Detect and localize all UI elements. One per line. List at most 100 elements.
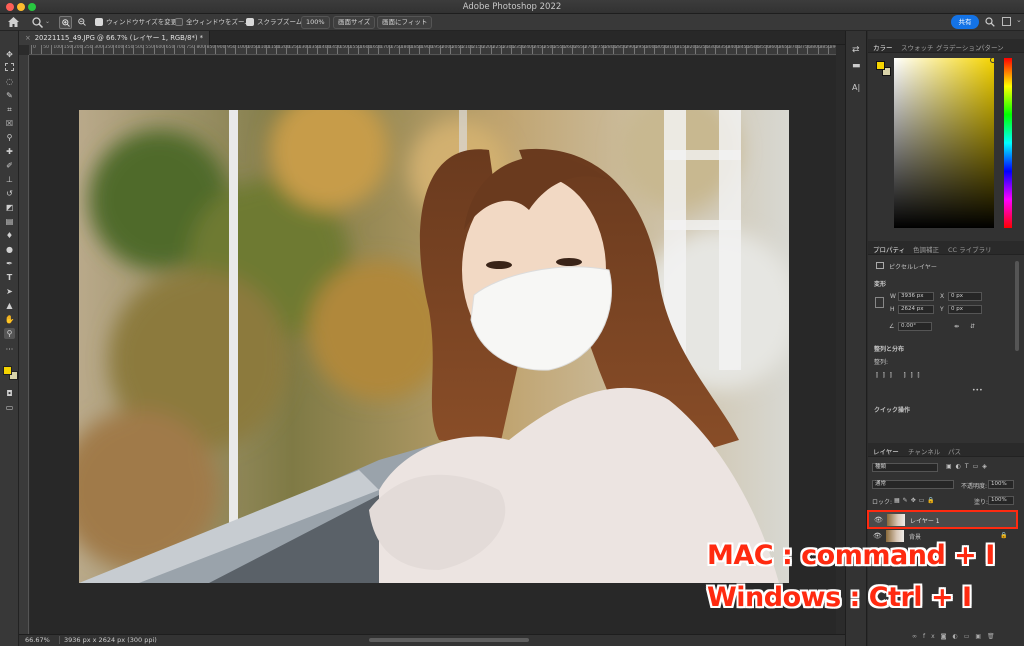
magnifier-icon[interactable] xyxy=(32,17,44,28)
align-section-title[interactable]: 整列と分布 xyxy=(874,344,904,353)
chevron-down-icon[interactable]: ⌄ xyxy=(45,18,50,25)
comments-icon[interactable]: ▬ xyxy=(852,61,861,71)
quick-actions-title[interactable]: クイック操作 xyxy=(874,405,910,414)
crop-tool-icon[interactable]: ⌗ xyxy=(4,104,15,115)
color-picker-field[interactable] xyxy=(894,58,994,228)
layers-panel-header: レイヤー チャンネル パス xyxy=(868,443,1024,457)
brush-tool-icon[interactable]: ✐ xyxy=(4,160,15,171)
clone-stamp-tool-icon[interactable]: ⊥ xyxy=(4,174,15,185)
eraser-tool-icon[interactable]: ◩ xyxy=(4,202,15,213)
search-icon[interactable] xyxy=(985,17,995,27)
document-tab-strip: × 20221115_49.JPG @ 66.7% (レイヤー 1, RGB/8*… xyxy=(19,31,845,45)
ruler-tick: 700 xyxy=(174,45,185,54)
tab-properties[interactable]: プロパティ xyxy=(873,244,905,254)
color-picker-cursor[interactable] xyxy=(990,57,996,63)
scrubby-zoom-label: スクラブズーム xyxy=(257,18,303,26)
tab-adjustments[interactable]: 色調補正 xyxy=(913,244,939,254)
tab-layers[interactable]: レイヤー xyxy=(873,446,899,456)
link-dimensions-icon[interactable] xyxy=(875,297,884,308)
tab-channels[interactable]: チャンネル xyxy=(908,446,940,456)
layer-name[interactable]: レイヤー 1 xyxy=(910,516,940,525)
opacity-field[interactable]: 100% xyxy=(988,480,1014,489)
tab-gradients[interactable]: グラデーション xyxy=(936,42,981,52)
width-field[interactable]: 3936 px xyxy=(898,292,934,301)
frame-tool-icon[interactable]: ☒ xyxy=(4,118,15,129)
ruler-tick: 250 xyxy=(82,45,93,54)
home-icon[interactable] xyxy=(8,17,19,27)
eyedropper-tool-icon[interactable]: ⚲ xyxy=(4,132,15,143)
tab-libraries[interactable]: CC ライブラリ xyxy=(948,244,992,254)
zoom-100-button[interactable]: 100% xyxy=(301,16,330,29)
blur-tool-icon[interactable]: ♦ xyxy=(4,230,15,241)
lasso-tool-icon[interactable]: ◌ xyxy=(4,76,15,87)
quick-selection-tool-icon[interactable]: ✎ xyxy=(4,90,15,101)
transform-section-title[interactable]: 変形 xyxy=(874,279,886,288)
share-button[interactable]: 共有 xyxy=(951,15,979,29)
dodge-tool-icon[interactable]: ● xyxy=(4,244,15,255)
document-info[interactable]: 3936 px x 2624 px (300 ppi) xyxy=(59,636,157,644)
hue-slider[interactable] xyxy=(1004,58,1012,228)
history-brush-tool-icon[interactable]: ↺ xyxy=(4,188,15,199)
history-icon[interactable]: ⇄ xyxy=(852,45,860,55)
quick-mask-icon[interactable]: ◘ xyxy=(4,388,15,399)
panel-foreground-swatch[interactable] xyxy=(876,61,885,70)
workspace-icon[interactable] xyxy=(1002,17,1011,26)
move-tool-icon[interactable]: ✥ xyxy=(4,49,15,60)
zoom-level[interactable]: 66.67% xyxy=(25,636,50,644)
ruler-tick: 650 xyxy=(163,45,174,54)
layer-row-selected[interactable]: 👁 レイヤー 1 xyxy=(867,510,1018,529)
fill-screen-button[interactable]: 画面サイズ xyxy=(333,16,376,29)
document-tab[interactable]: × 20221115_49.JPG @ 66.7% (レイヤー 1, RGB/8*… xyxy=(19,31,211,45)
visibility-eye-icon[interactable]: 👁 xyxy=(874,516,883,524)
screen-mode-icon[interactable]: ▭ xyxy=(4,402,15,413)
tab-paths[interactable]: パス xyxy=(948,446,961,456)
zoom-in-button[interactable] xyxy=(59,16,72,29)
horizontal-scrollbar[interactable] xyxy=(369,638,529,642)
pen-tool-icon[interactable]: ✒ xyxy=(4,258,15,269)
align-buttons[interactable]: ⫿⫿⫿ ⫿⫿⫿ xyxy=(876,372,924,380)
flip-vertical-icon[interactable]: ⇵ xyxy=(970,323,975,330)
path-selection-tool-icon[interactable]: ➤ xyxy=(4,286,15,297)
resize-windows-checkbox[interactable] xyxy=(95,18,103,26)
foreground-color-swatch[interactable] xyxy=(3,366,12,375)
visibility-eye-icon[interactable]: 👁 xyxy=(873,532,882,540)
marquee-tool-icon[interactable] xyxy=(5,63,14,71)
tab-swatches[interactable]: スウォッチ xyxy=(901,42,934,52)
more-options-icon[interactable]: ••• xyxy=(972,387,983,394)
chevron-down-icon[interactable]: ⌄ xyxy=(1016,16,1022,24)
zoom-tool-icon[interactable]: ⚲ xyxy=(4,328,15,339)
properties-scrollbar[interactable] xyxy=(1015,261,1019,351)
y-field[interactable]: 0 px xyxy=(948,305,982,314)
type-tool-icon[interactable]: T xyxy=(4,272,15,283)
angle-icon: ∠ xyxy=(889,323,895,330)
more-tools-icon[interactable]: ··· xyxy=(4,344,15,355)
hand-tool-icon[interactable]: ✋ xyxy=(4,314,15,325)
color-panel-header: カラー スウォッチ グラデーション パターン xyxy=(868,39,1024,53)
ruler-tick: 50 xyxy=(41,45,49,54)
fill-label: 塗り: xyxy=(974,499,989,506)
fill-field[interactable]: 100% xyxy=(988,496,1014,505)
gradient-tool-icon[interactable]: ▤ xyxy=(4,216,15,227)
filter-icons[interactable]: ▣◐T▭◈ xyxy=(946,463,991,470)
angle-field[interactable]: 0.00° xyxy=(898,322,932,331)
zoom-out-icon[interactable] xyxy=(78,18,86,26)
layers-footer-icons[interactable]: ∞fx◙◐▭▣🗑 xyxy=(912,633,1001,640)
scrubby-zoom-checkbox[interactable] xyxy=(246,18,254,26)
healing-brush-tool-icon[interactable]: ✚ xyxy=(4,146,15,157)
x-field[interactable]: 0 px xyxy=(948,292,982,301)
document-photo[interactable] xyxy=(79,110,789,583)
layer-filter-select[interactable]: 種類 xyxy=(872,463,938,472)
tab-patterns[interactable]: パターン xyxy=(978,42,1004,52)
tab-close-icon[interactable]: × xyxy=(25,34,31,42)
tab-color[interactable]: カラー xyxy=(873,42,893,52)
y-label: Y xyxy=(940,306,944,313)
shape-tool-icon[interactable]: ▲ xyxy=(4,300,15,311)
fit-screen-button[interactable]: 画面にフィット xyxy=(377,16,433,29)
lock-icons[interactable]: ▦✎✥▭🔒 xyxy=(894,497,938,504)
flip-horizontal-icon[interactable]: ⇹ xyxy=(954,323,959,330)
character-icon[interactable]: A| xyxy=(852,83,860,92)
zoom-all-checkbox[interactable] xyxy=(175,18,183,26)
ruler-tick: 300 xyxy=(92,45,103,54)
height-field[interactable]: 2624 px xyxy=(898,305,934,314)
blend-mode-select[interactable]: 通常 xyxy=(872,480,954,489)
